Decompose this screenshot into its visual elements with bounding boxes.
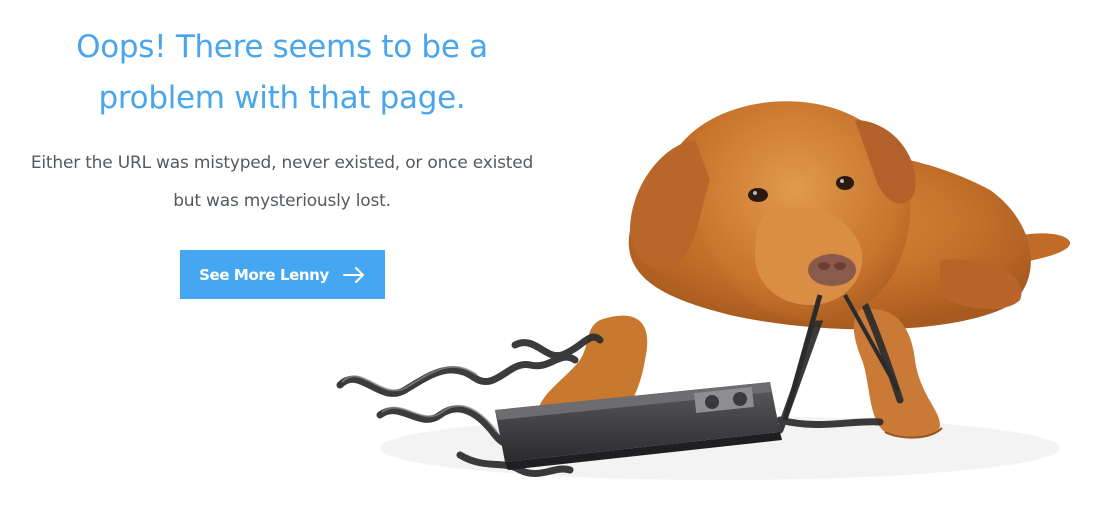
dog-illustration: [336, 101, 1071, 480]
error-page: Oops! There seems to be a problem with t…: [0, 0, 1116, 523]
